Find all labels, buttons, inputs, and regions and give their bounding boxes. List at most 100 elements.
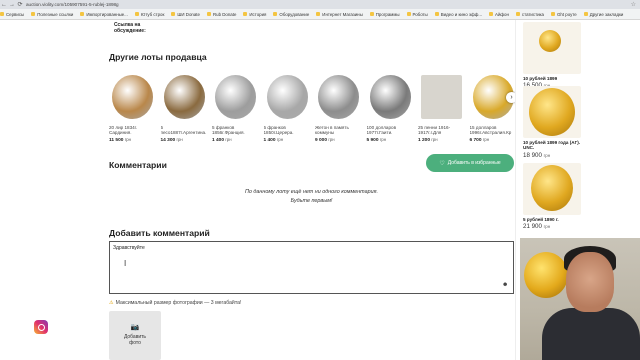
folder-icon (243, 12, 248, 16)
sidebar-lot-title[interactable]: 10 рублей 1899 (523, 76, 581, 81)
bookmark-label: Полезные ссылки (37, 11, 74, 17)
sidebar-lot-price: 18 900 грн (523, 152, 581, 159)
coin-image (112, 75, 153, 119)
bookmark-item[interactable]: Роботы (406, 12, 428, 17)
lot-card[interactable]: 100 долларов 1977г.Гаити. 5 900 грн (367, 72, 414, 143)
bookmark-item[interactable]: Rub Donate (206, 12, 236, 17)
lot-photo[interactable] (315, 72, 362, 122)
lot-photo[interactable] (161, 72, 208, 122)
lot-card[interactable]: 25 пенни 1916-1917г.г.Для 1 200 грн (418, 72, 465, 143)
bookmark-item[interactable]: Сервисы (0, 12, 24, 17)
lot-name[interactable]: Жетон в память коммуны (315, 125, 362, 135)
browser-nav: ← → ⟳ auction.violity.com/105907591-5-ru… (0, 0, 640, 9)
bookmark-item[interactable]: Ght роуте (551, 12, 577, 17)
bookmark-item[interactable]: Айфон (489, 12, 509, 17)
sidebar-lot-title[interactable]: 10 рублей 1899 года (АГ). UNC. (523, 140, 581, 151)
bookmark-item[interactable]: Импортированные... (80, 12, 128, 17)
bookmark-label: Видео и кино эфф... (440, 11, 483, 17)
camera-icon: 📷 (130, 324, 140, 331)
folder-icon (489, 12, 494, 16)
lot-card[interactable]: Жетон в память коммуны 9 000 грн (315, 72, 362, 143)
bookmark-label: Ютуб строк (140, 11, 165, 17)
lot-card[interactable]: 5 франков 1856г.Франция. 1 400 грн (212, 72, 259, 143)
lot-name[interactable]: 5 франков 1850г.Церера. (264, 125, 311, 135)
lot-name[interactable]: 15 долларов 1996г.Австралия.Кр (470, 125, 517, 135)
lot-card[interactable]: 5 франков 1850г.Церера. 1 400 грн (264, 72, 311, 143)
lot-name[interactable]: 20 лир 1834г. Сардиния. (109, 125, 156, 135)
back-icon[interactable]: ← (0, 2, 8, 8)
lot-price: 9 000 грн (315, 137, 362, 143)
bookmark-item[interactable]: Интернет Магазины (316, 12, 363, 17)
lot-price-value: 14 300 (160, 138, 176, 143)
sidebar-lot-photo[interactable] (523, 22, 581, 74)
gold-coin-image (539, 30, 561, 52)
folder-icon (134, 12, 139, 16)
no-comments-line1: По данному лоту ещё нет ни одного коммен… (245, 189, 378, 195)
add-photo-button[interactable]: 📷 Добавить фото (109, 311, 161, 360)
coin-image (215, 75, 256, 119)
sidebar-lot[interactable]: 10 рублей 189916 500 грн (523, 22, 581, 89)
folder-icon (316, 12, 321, 16)
lot-card[interactable]: 5 песо1887г.Аргентина. 14 300 грн (161, 72, 208, 143)
sidebar-lot-photo[interactable] (523, 163, 581, 215)
bookmark-item[interactable]: Видео и кино эфф... (434, 11, 483, 17)
bookmark-item[interactable]: Другие закладки (583, 11, 624, 17)
lot-card[interactable]: 20 лир 1834г. Сардиния. 11 500 грн (109, 72, 156, 143)
comment-input[interactable]: Здравствуйте (109, 241, 514, 294)
bookmark-star-icon[interactable]: ☆ (631, 1, 636, 8)
discussion-label: Ссылка на обсуждение: (114, 22, 146, 34)
lot-price: 1 400 грн (264, 137, 311, 143)
add-to-favorites-button[interactable]: ♡ Добавить в избранные (426, 154, 514, 172)
forward-icon[interactable]: → (8, 2, 16, 8)
bookmark-label: Другие закладки (589, 11, 624, 17)
add-to-favorites-label: Добавить в избранные (447, 160, 501, 166)
lot-name[interactable]: 100 долларов 1977г.Гаити. (367, 125, 414, 135)
instagram-icon (34, 320, 48, 334)
lot-price-value: 1 400 (263, 138, 276, 143)
lot-photo[interactable] (418, 72, 465, 122)
lot-currency: грн (482, 137, 490, 142)
bookmark-item[interactable]: Ютуб строк (134, 11, 165, 17)
lot-photo[interactable] (264, 72, 311, 122)
address-bar[interactable]: auction.violity.com/105907591-5-rublej-1… (26, 2, 119, 7)
lot-photo[interactable] (367, 72, 414, 122)
sidebar-lot-photo[interactable] (523, 86, 581, 138)
lot-name[interactable]: 5 франков 1856г.Франция. (212, 125, 259, 135)
max-photo-size-note: ⚠ Максимальный размер фотографии — 3 мега… (109, 300, 241, 306)
add-comment-heading: Добавить комментарий (109, 228, 210, 238)
add-photo-label-2: фото (129, 340, 141, 346)
sidebar-lot-title[interactable]: 5 рублей 1890 г. (523, 217, 581, 222)
lot-photo[interactable] (109, 72, 156, 122)
coin-image (318, 75, 359, 119)
lot-card[interactable]: 15 долларов 1996г.Австралия.Кр 6 700 грн (470, 72, 517, 143)
lot-price-value: 5 900 (366, 138, 379, 143)
lot-name[interactable]: 25 пенни 1916-1917г.г.Для (418, 125, 465, 135)
bookmark-item[interactable]: Оборудование (273, 12, 309, 17)
gold-coin-image (531, 165, 573, 211)
lot-currency: грн (431, 137, 438, 142)
bookmark-label: История (249, 11, 267, 17)
lot-photo[interactable] (212, 72, 259, 122)
sidebar-lot[interactable]: 5 рублей 1890 г. 21 900 грн (523, 163, 581, 230)
lot-name[interactable]: 5 песо1887г.Аргентина. (161, 125, 208, 135)
bookmark-item[interactable]: статистика (515, 12, 544, 17)
bookmarks-bar: Сервисы Полезные ссылки Импортированные...… (0, 9, 640, 20)
sidebar-lot-price: 21 900 грн (523, 223, 581, 230)
bookmark-item[interactable]: ШИ Donate (171, 12, 200, 17)
max-photo-size-text: Максимальный размер фотографии — 3 мегаб… (115, 300, 242, 306)
bookmark-item[interactable]: Полезные ссылки (31, 12, 73, 17)
folder-icon (273, 12, 278, 16)
lot-currency: грн (328, 137, 335, 142)
webcam-overlay (520, 238, 640, 360)
reload-icon[interactable]: ⟳ (16, 1, 24, 8)
other-lots-heading: Другие лоты продавца (109, 52, 207, 62)
sidebar-lot[interactable]: 10 рублей 1899 года (АГ). UNC. 18 900 грн (523, 86, 581, 159)
coin-image (421, 75, 462, 119)
bookmark-item[interactable]: История (243, 12, 266, 17)
sidebar-lot-currency: грн (543, 224, 551, 230)
folder-icon (206, 12, 211, 16)
bookmark-item[interactable]: Программы (369, 12, 400, 17)
sidebar-lot-currency: грн (543, 152, 551, 158)
emoji-icon[interactable]: ☻ (502, 282, 508, 288)
bookmark-label: Ght роуте (557, 11, 577, 17)
